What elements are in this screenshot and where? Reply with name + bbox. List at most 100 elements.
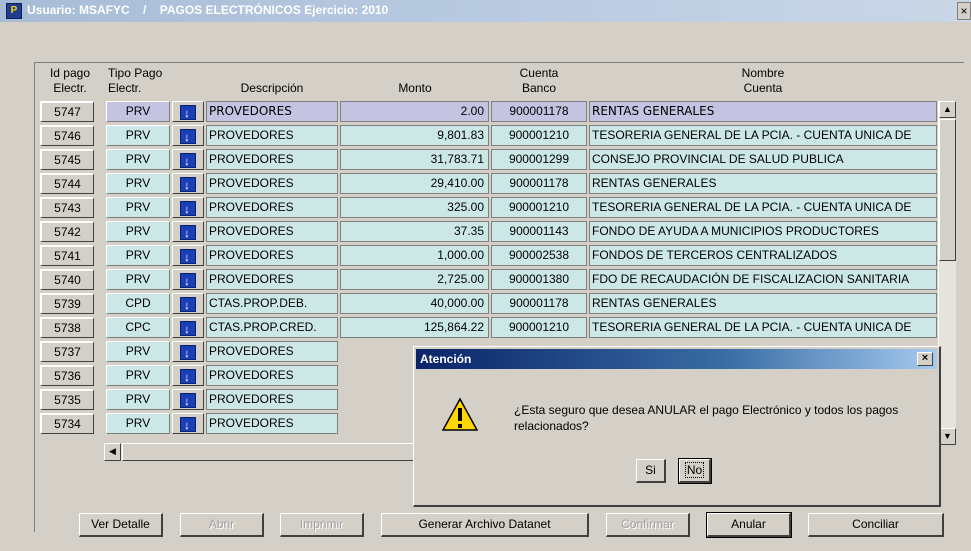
- nombre-cuenta-cell[interactable]: RENTAS GENERALES: [589, 293, 937, 314]
- abrir-button[interactable]: Abrir: [180, 513, 264, 537]
- cuenta-banco-cell[interactable]: 900001380: [491, 269, 587, 290]
- monto-cell[interactable]: 2.00: [340, 101, 489, 122]
- lov-button[interactable]: [172, 293, 204, 314]
- monto-cell[interactable]: 125,864.22: [340, 317, 489, 338]
- id-pago-cell[interactable]: 5734: [40, 413, 94, 434]
- tipo-pago-cell[interactable]: PRV: [106, 221, 170, 242]
- lov-button[interactable]: [172, 341, 204, 362]
- tipo-pago-cell[interactable]: PRV: [106, 341, 170, 362]
- lov-button[interactable]: [172, 317, 204, 338]
- cuenta-banco-cell[interactable]: 900001178: [491, 293, 587, 314]
- monto-cell[interactable]: 40,000.00: [340, 293, 489, 314]
- lov-button[interactable]: [172, 221, 204, 242]
- id-pago-cell[interactable]: 5742: [40, 221, 94, 242]
- imprimir-button[interactable]: Imprimir: [280, 513, 364, 537]
- nombre-cuenta-cell[interactable]: TESORERIA GENERAL DE LA PCIA. - CUENTA U…: [589, 197, 937, 218]
- id-pago-cell[interactable]: 5737: [40, 341, 94, 362]
- cuenta-banco-cell[interactable]: 900001143: [491, 221, 587, 242]
- tipo-pago-cell[interactable]: PRV: [106, 197, 170, 218]
- tipo-pago-cell[interactable]: PRV: [106, 413, 170, 434]
- si-button[interactable]: Si: [636, 459, 666, 483]
- cuenta-banco-cell[interactable]: 900001299: [491, 149, 587, 170]
- app-icon[interactable]: P: [6, 3, 22, 19]
- id-pago-cell[interactable]: 5747: [40, 101, 94, 122]
- id-pago-cell[interactable]: 5735: [40, 389, 94, 410]
- anular-button[interactable]: Anular: [706, 512, 792, 538]
- tipo-pago-cell[interactable]: PRV: [106, 125, 170, 146]
- descripcion-cell[interactable]: CTAS.PROP.CRED.: [206, 317, 338, 338]
- id-pago-cell[interactable]: 5739: [40, 293, 94, 314]
- monto-cell[interactable]: 9,801.83: [340, 125, 489, 146]
- dialog-close-icon[interactable]: ×: [917, 352, 933, 366]
- nombre-cuenta-cell[interactable]: FDO DE RECAUDACIÓN DE FISCALIZACION SANI…: [589, 269, 937, 290]
- horizontal-scrollbar[interactable]: ◀: [104, 443, 424, 461]
- descripcion-cell[interactable]: PROVEDORES: [206, 197, 338, 218]
- tipo-pago-cell[interactable]: CPD: [106, 293, 170, 314]
- id-pago-cell[interactable]: 5736: [40, 365, 94, 386]
- conciliar-button[interactable]: Conciliar: [808, 513, 944, 537]
- monto-cell[interactable]: 2,725.00: [340, 269, 489, 290]
- scroll-up-icon[interactable]: ▲: [939, 101, 956, 118]
- scroll-left-icon[interactable]: ◀: [104, 443, 121, 461]
- id-pago-cell[interactable]: 5741: [40, 245, 94, 266]
- descripcion-cell[interactable]: PROVEDORES: [206, 125, 338, 146]
- lov-button[interactable]: [172, 173, 204, 194]
- cuenta-banco-cell[interactable]: 900001178: [491, 173, 587, 194]
- monto-cell[interactable]: 29,410.00: [340, 173, 489, 194]
- tipo-pago-cell[interactable]: PRV: [106, 269, 170, 290]
- nombre-cuenta-cell[interactable]: CONSEJO PROVINCIAL DE SALUD PUBLICA: [589, 149, 937, 170]
- descripcion-cell[interactable]: PROVEDORES: [206, 269, 338, 290]
- monto-cell[interactable]: 37.35: [340, 221, 489, 242]
- tipo-pago-cell[interactable]: PRV: [106, 173, 170, 194]
- tipo-pago-cell[interactable]: PRV: [106, 365, 170, 386]
- nombre-cuenta-cell[interactable]: RENTAS GENERALES: [589, 101, 937, 122]
- nombre-cuenta-cell[interactable]: FONDO DE AYUDA A MUNICIPIOS PRODUCTORES: [589, 221, 937, 242]
- scroll-hthumb[interactable]: [122, 443, 422, 461]
- cuenta-banco-cell[interactable]: 900001178: [491, 101, 587, 122]
- window-close-icon[interactable]: ×: [957, 2, 971, 20]
- nombre-cuenta-cell[interactable]: TESORERIA GENERAL DE LA PCIA. - CUENTA U…: [589, 317, 937, 338]
- tipo-pago-cell[interactable]: PRV: [106, 389, 170, 410]
- lov-button[interactable]: [172, 149, 204, 170]
- lov-button[interactable]: [172, 197, 204, 218]
- nombre-cuenta-cell[interactable]: TESORERIA GENERAL DE LA PCIA. - CUENTA U…: [589, 125, 937, 146]
- tipo-pago-cell[interactable]: CPC: [106, 317, 170, 338]
- lov-button[interactable]: [172, 269, 204, 290]
- lov-button[interactable]: [172, 389, 204, 410]
- cuenta-banco-cell[interactable]: 900001210: [491, 317, 587, 338]
- monto-cell[interactable]: 1,000.00: [340, 245, 489, 266]
- lov-button[interactable]: [172, 125, 204, 146]
- nombre-cuenta-cell[interactable]: RENTAS GENERALES: [589, 173, 937, 194]
- tipo-pago-cell[interactable]: PRV: [106, 101, 170, 122]
- descripcion-cell[interactable]: PROVEDORES: [206, 245, 338, 266]
- lov-button[interactable]: [172, 365, 204, 386]
- ver-detalle-button[interactable]: Ver Detalle: [79, 513, 163, 537]
- cuenta-banco-cell[interactable]: 900001210: [491, 125, 587, 146]
- descripcion-cell[interactable]: PROVEDORES: [206, 101, 338, 122]
- generar-archivo-button[interactable]: Generar Archivo Datanet: [381, 513, 589, 537]
- id-pago-cell[interactable]: 5738: [40, 317, 94, 338]
- descripcion-cell[interactable]: PROVEDORES: [206, 221, 338, 242]
- cuenta-banco-cell[interactable]: 900001210: [491, 197, 587, 218]
- descripcion-cell[interactable]: PROVEDORES: [206, 413, 338, 434]
- tipo-pago-cell[interactable]: PRV: [106, 149, 170, 170]
- lov-button[interactable]: [172, 245, 204, 266]
- descripcion-cell[interactable]: PROVEDORES: [206, 149, 338, 170]
- cuenta-banco-cell[interactable]: 900002538: [491, 245, 587, 266]
- descripcion-cell[interactable]: PROVEDORES: [206, 365, 338, 386]
- scroll-thumb[interactable]: [939, 119, 956, 261]
- id-pago-cell[interactable]: 5740: [40, 269, 94, 290]
- id-pago-cell[interactable]: 5743: [40, 197, 94, 218]
- scroll-down-icon[interactable]: ▼: [939, 428, 956, 445]
- id-pago-cell[interactable]: 5744: [40, 173, 94, 194]
- monto-cell[interactable]: 325.00: [340, 197, 489, 218]
- lov-button[interactable]: [172, 101, 204, 122]
- lov-button[interactable]: [172, 413, 204, 434]
- no-button[interactable]: No: [678, 458, 712, 484]
- descripcion-cell[interactable]: CTAS.PROP.DEB.: [206, 293, 338, 314]
- descripcion-cell[interactable]: PROVEDORES: [206, 389, 338, 410]
- monto-cell[interactable]: 31,783.71: [340, 149, 489, 170]
- descripcion-cell[interactable]: PROVEDORES: [206, 341, 338, 362]
- id-pago-cell[interactable]: 5746: [40, 125, 94, 146]
- confirmar-button[interactable]: Confirmar: [606, 513, 690, 537]
